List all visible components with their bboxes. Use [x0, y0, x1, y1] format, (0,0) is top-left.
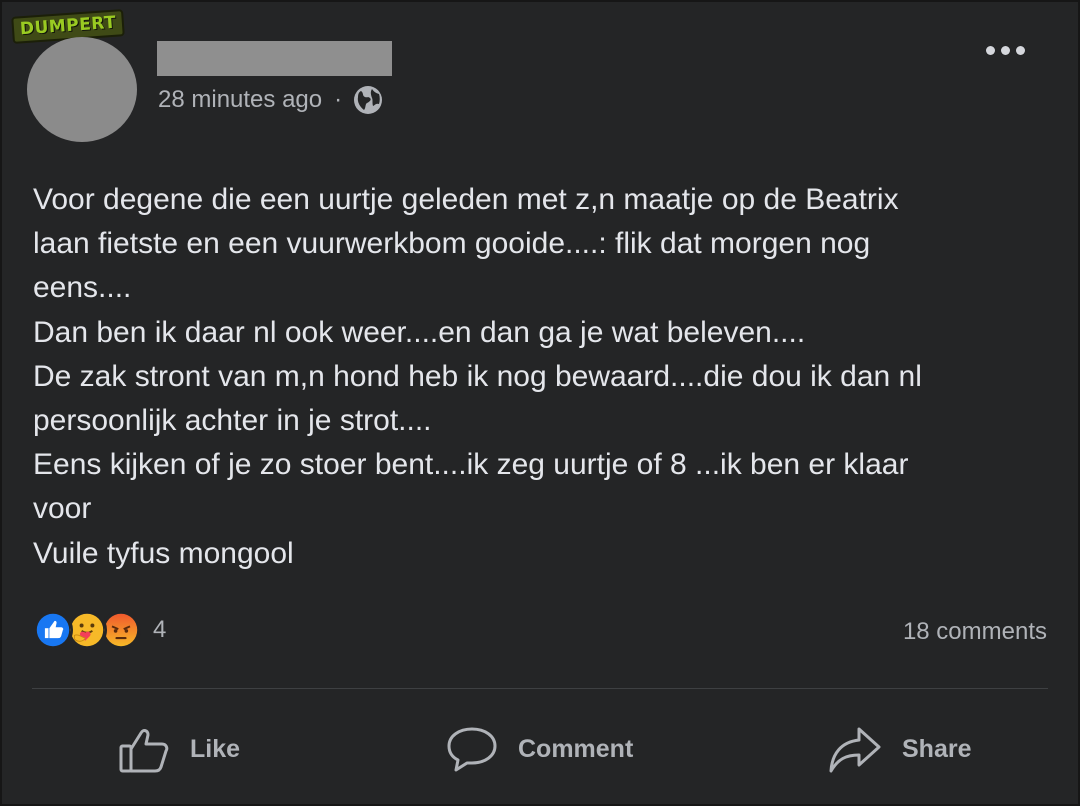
post-text: Voor degene die een uurtje geleden met z…	[33, 183, 922, 570]
post-action-bar: Like Comment Share	[0, 714, 1080, 784]
speech-bubble-icon	[446, 723, 498, 775]
comment-button[interactable]: Comment	[446, 714, 633, 784]
share-label: Share	[902, 734, 972, 763]
share-arrow-icon	[828, 723, 882, 775]
meta-separator: ·	[334, 86, 343, 113]
thumbs-up-icon	[118, 723, 170, 775]
divider	[32, 688, 1048, 689]
dot	[1001, 46, 1010, 55]
dot	[1016, 46, 1025, 55]
angry-reaction-icon	[101, 610, 141, 650]
post-meta: 28 minutes ago ·	[158, 84, 384, 116]
dot	[986, 46, 995, 55]
globe-icon[interactable]	[352, 84, 384, 116]
more-dots-icon[interactable]	[986, 46, 1025, 55]
comment-label: Comment	[518, 734, 634, 763]
like-label: Like	[190, 734, 241, 763]
reactions-summary[interactable]: 4	[33, 610, 166, 650]
post-timestamp[interactable]: 28 minutes ago	[158, 86, 322, 114]
redacted-author-name	[157, 41, 392, 76]
share-button[interactable]: Share	[828, 714, 971, 784]
like-reaction-icon	[33, 610, 73, 650]
reaction-count: 4	[153, 616, 167, 643]
avatar[interactable]	[27, 37, 137, 142]
comments-count-link[interactable]: 18 comments	[903, 618, 1047, 646]
care-reaction-icon	[67, 610, 107, 650]
like-button[interactable]: Like	[118, 714, 240, 784]
